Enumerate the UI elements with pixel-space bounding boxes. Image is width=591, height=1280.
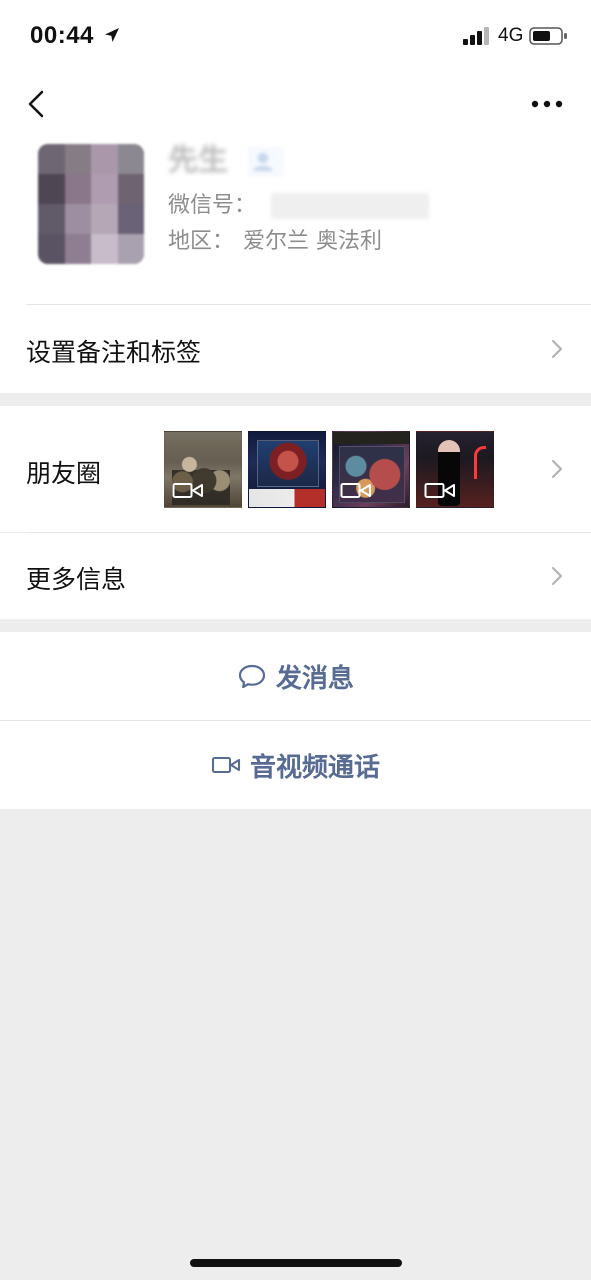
avatar[interactable] [38,144,144,264]
moment-thumbnail[interactable] [416,431,494,508]
moment-thumbnail[interactable] [164,431,242,508]
chevron-right-icon [551,566,563,586]
battery-icon [529,27,567,45]
avatar-image [38,144,144,264]
contact-profile-screen: 00:44 4G 先生 微信号： 地区： 爱尔兰 奥法利 设置备注和标签 朋友圈… [0,0,591,1280]
wechat-id-value: Q [271,193,429,219]
more-info-label: 更多信息 [26,565,127,594]
contact-person-icon [248,147,284,177]
moment-thumbnail[interactable] [248,431,326,508]
moment-thumbnail[interactable] [332,431,410,508]
chat-bubble-icon [238,664,266,689]
more-dots-icon[interactable] [526,86,568,122]
navigation-bar [0,70,591,140]
moments-row[interactable]: 朋友圈 [0,406,591,532]
profile-name: 先生 [168,143,228,178]
send-message-content: 发消息 [0,632,591,720]
video-call-button[interactable]: 音视频通话 [0,721,591,809]
status-bar: 00:44 4G [0,0,591,70]
chevron-right-icon [551,339,563,359]
region-row: 地区： 爱尔兰 奥法利 [168,228,382,256]
region-value: 爱尔兰 奥法利 [243,229,382,254]
back-chevron-icon[interactable] [18,82,54,126]
wechat-id-row: 微信号： Q [168,192,429,220]
video-camera-icon [172,483,203,498]
more-info-row[interactable]: 更多信息 [0,533,591,619]
wechat-id-label: 微信号： [168,193,257,218]
video-camera-icon [424,483,455,498]
region-label: 地区： [168,229,235,254]
video-call-content: 音视频通话 [0,721,591,809]
send-message-label: 发消息 [275,663,354,694]
video-camera-icon [211,756,241,774]
moments-label: 朋友圈 [26,459,102,488]
send-message-button[interactable]: 发消息 [0,632,591,720]
chevron-right-icon [551,459,563,479]
video-call-label: 音视频通话 [249,752,380,783]
video-camera-icon [340,483,371,498]
cellular-signal-icon [463,27,489,45]
profile-section: 先生 微信号： Q 地区： 爱尔兰 奥法利 设置备注和标签 [0,140,591,393]
remark-tags-label: 设置备注和标签 [26,338,202,367]
home-indicator[interactable] [190,1259,402,1267]
status-time: 00:44 [30,22,94,49]
remark-tags-row[interactable]: 设置备注和标签 [0,305,591,393]
location-arrow-icon [105,28,119,42]
network-label: 4G [498,25,524,46]
moments-thumbnails [164,431,494,508]
